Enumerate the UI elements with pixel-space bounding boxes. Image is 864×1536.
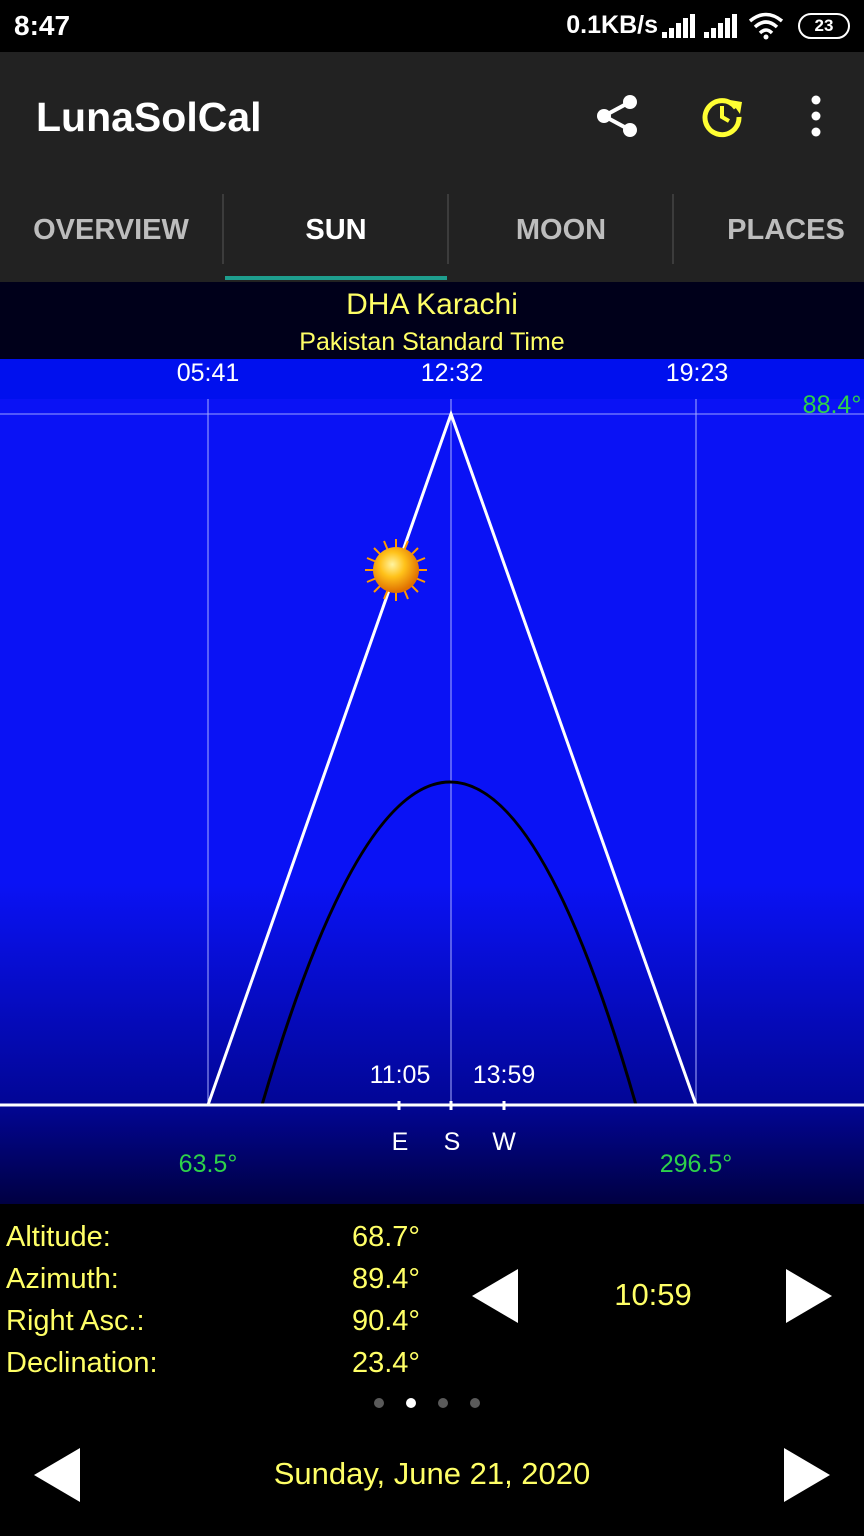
sunrise-azimuth: 63.5° [178, 1150, 238, 1178]
location-header: DHA Karachi Pakistan Standard Time [0, 282, 864, 360]
tab-places[interactable]: PLACES [675, 180, 864, 282]
info-label: Right Asc.: [6, 1305, 145, 1337]
compass-south: S [443, 1128, 461, 1156]
wifi-icon [748, 12, 784, 40]
active-tab-indicator [225, 276, 447, 280]
sky-background [0, 359, 864, 1204]
tab-overview[interactable]: OVERVIEW [0, 180, 222, 282]
tab-divider [447, 194, 449, 264]
info-row-altitude: Altitude: 68.7° [6, 1221, 420, 1261]
compass-east: E [391, 1128, 409, 1156]
page-indicator [0, 1398, 864, 1410]
sunset-azimuth: 296.5° [659, 1150, 733, 1178]
sun-info-panel: Altitude: 68.7° Azimuth: 89.4° Right Asc… [0, 1215, 422, 1387]
max-altitude-label: 88.4° [802, 391, 862, 419]
sun-icon [365, 539, 427, 601]
info-value: 90.4° [351, 1305, 420, 1337]
sun-path-svg [0, 359, 864, 1204]
info-label: Altitude: [6, 1221, 111, 1253]
date-control: Sunday, June 21, 2020 [6, 1422, 858, 1528]
info-row-declination: Declination: 23.4° [6, 1347, 420, 1387]
west-time: 13:59 [472, 1061, 536, 1089]
info-value: 89.4° [351, 1263, 420, 1295]
tab-sun[interactable]: SUN [225, 180, 447, 282]
time-control: 10:59 [444, 1215, 862, 1375]
tab-divider [222, 194, 224, 264]
info-label: Declination: [6, 1347, 158, 1379]
page-dot-active[interactable] [406, 1398, 416, 1408]
sun-path-chart[interactable]: 05:41 12:32 19:23 88.4° 11:05 13:59 E S … [0, 359, 864, 1204]
sunset-time: 19:23 [665, 359, 729, 387]
info-row-azimuth: Azimuth: 89.4° [6, 1263, 420, 1303]
app-bar: LunaSolCal [0, 52, 864, 180]
status-bar: 8:47 0.1KB/s 23 [0, 0, 864, 52]
next-date-button[interactable] [782, 1448, 830, 1502]
tab-bar: OVERVIEW SUN MOON PLACES [0, 180, 864, 282]
tab-divider [672, 194, 674, 264]
noon-time: 12:32 [420, 359, 484, 387]
page-dot[interactable] [470, 1398, 480, 1408]
location-timezone: Pakistan Standard Time [299, 328, 565, 356]
cell-signal-icon [662, 14, 695, 38]
page-dot[interactable] [438, 1398, 448, 1408]
info-row-right-ascension: Right Asc.: 90.4° [6, 1305, 420, 1345]
cell-signal-icon [704, 14, 737, 38]
network-speed: 0.1KB/s [566, 11, 658, 39]
page-dot[interactable] [374, 1398, 384, 1408]
info-value: 68.7° [351, 1221, 420, 1253]
sunrise-time: 05:41 [176, 359, 240, 387]
app-title: LunaSolCal [36, 94, 262, 140]
location-name: DHA Karachi [346, 288, 518, 321]
east-time: 11:05 [369, 1061, 431, 1089]
compass-west: W [492, 1128, 516, 1156]
next-time-button[interactable] [784, 1269, 832, 1323]
tab-moon[interactable]: MOON [450, 180, 672, 282]
info-label: Azimuth: [6, 1263, 119, 1295]
more-vert-icon[interactable] [790, 90, 842, 142]
date-value[interactable]: Sunday, June 21, 2020 [6, 1456, 858, 1492]
battery-icon: 23 [798, 13, 850, 39]
info-value: 23.4° [351, 1347, 420, 1379]
refresh-time-icon[interactable] [696, 90, 748, 142]
share-icon[interactable] [592, 90, 644, 142]
status-time: 8:47 [14, 10, 71, 41]
